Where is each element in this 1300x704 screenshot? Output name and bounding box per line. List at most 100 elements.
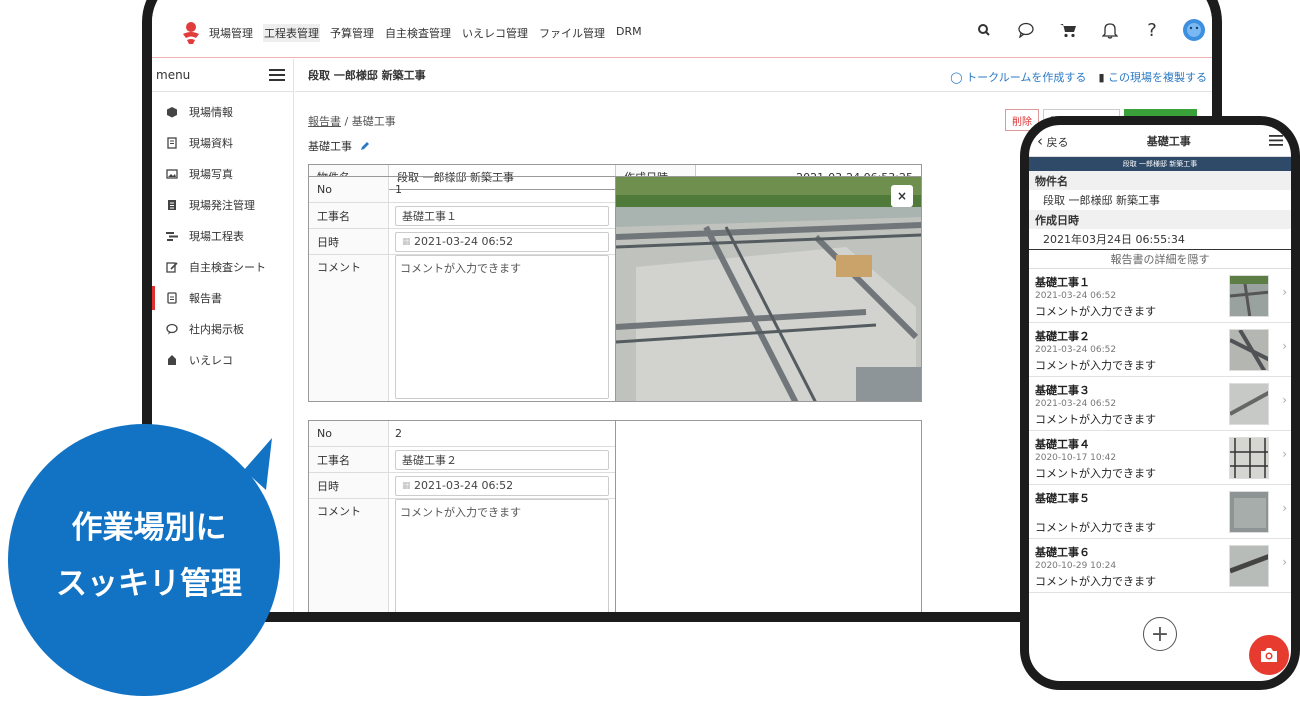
report-record-1: No 1 工事名 基礎工事１ 日時 ▦ 2021-03-24 06:52 コメント コメ… [308,176,922,402]
name-input[interactable]: 基礎工事１ [395,205,609,226]
name-label: 工事名 [309,447,389,472]
sidebar-item-site-photos[interactable]: 現場写真 [152,158,293,189]
sidebar-item-label: 現場写真 [189,167,233,181]
breadcrumb-link-reports[interactable]: 報告書 [308,115,341,128]
cart-icon[interactable] [1056,18,1080,42]
sidebar-title: menu [156,68,191,82]
copy-site-label: この現場を複製する [1108,71,1207,84]
sidebar-item-site-info[interactable]: 現場情報 [152,96,293,127]
comment-textarea[interactable]: コメントが入力できます [395,255,609,399]
nav-file-management[interactable]: ファイル管理 [538,24,606,42]
sidebar-item-site-docs[interactable]: 現場資料 [152,127,293,158]
date-input[interactable]: ▦ 2021-03-24 06:52 [395,475,609,496]
construction-photo[interactable]: × [616,177,921,401]
nav-schedule-management[interactable]: 工程表管理 [263,24,320,42]
item-thumbnail [1229,275,1269,317]
chevron-right-icon: › [1282,339,1287,353]
chevron-right-icon: › [1282,447,1287,461]
site-title: 段取 一郎様邸 新築工事 [308,69,426,82]
calendar-icon: ▦ [402,480,411,491]
sidebar-item-iereco[interactable]: いえレコ [152,344,293,375]
no-label: No [309,421,389,446]
comment-textarea[interactable]: コメントが入力できます [395,499,609,612]
image-icon [166,168,178,179]
breadcrumb-current: / 基礎工事 [341,115,396,128]
comment-label: コメント [309,499,389,612]
nav-budget-management[interactable]: 予算管理 [329,24,375,42]
record-no-row: No 2 [309,421,615,447]
chevron-right-icon: › [1282,555,1287,569]
camera-icon [1261,648,1277,662]
bell-icon[interactable] [1098,18,1122,42]
create-talkroom-label: トークルームを作成する [966,71,1087,84]
hamburger-icon[interactable] [1269,135,1283,146]
date-label: 日時 [309,229,389,254]
record-date-row: 日時 ▦ 2021-03-24 06:52 [309,229,615,255]
date-input[interactable]: ▦ 2021-03-24 06:52 [395,231,609,252]
copy-site-link[interactable]: ▮ この現場を複製する [1098,69,1207,85]
name-label: 工事名 [309,203,389,228]
search-icon[interactable] [972,18,996,42]
help-icon[interactable]: ? [1140,18,1164,42]
bubble-text: 作業場別に スッキリ管理 [4,500,294,612]
document-icon [167,136,177,149]
pencil-icon[interactable] [360,141,370,151]
record-no-row: No 1 [309,177,615,203]
report-icon [167,291,177,304]
sidebar-item-inspection-sheet[interactable]: 自主検査シート [152,251,293,282]
no-label: No [309,177,389,202]
house-icon [168,354,176,365]
user-avatar-icon[interactable] [1182,18,1206,42]
plus-icon: + [1150,621,1170,647]
sidebar-item-site-schedule[interactable]: 現場工程表 [152,220,293,251]
sidebar-item-label: 現場情報 [189,105,233,119]
edit-icon [166,261,178,273]
item-thumbnail [1229,437,1269,479]
no-value: 1 [395,183,402,196]
sidebar-item-site-orders[interactable]: 現場発注管理 [152,189,293,220]
chat-icon [166,323,178,334]
sidebar-item-label: 報告書 [189,291,222,305]
list-item[interactable]: 基礎工事５ コメントが入力できます › [1029,485,1291,539]
record-fields: No 1 工事名 基礎工事１ 日時 ▦ 2021-03-24 06:52 コメント コメ… [309,177,616,401]
camera-button[interactable] [1249,635,1289,675]
brand-logo-icon[interactable] [178,20,204,46]
sidebar-item-label: 自主検査シート [189,260,266,274]
empty-photo-slot[interactable] [616,421,921,612]
add-item-button[interactable]: + [1143,617,1177,651]
nav-inspection-management[interactable]: 自主検査管理 [384,24,452,42]
item-thumbnail [1229,383,1269,425]
hide-details-toggle[interactable]: 報告書の詳細を隠す [1029,249,1291,269]
name-input[interactable]: 基礎工事２ [395,449,609,470]
back-label: 戻る [1046,135,1069,149]
chevron-right-icon: › [1282,393,1287,407]
sidebar-item-bulletin[interactable]: 社内掲示板 [152,313,293,344]
nav-site-management[interactable]: 現場管理 [208,24,254,42]
phone-site-band: 段取 一郎様邸 新築工事 [1029,157,1291,171]
phone-property-label: 物件名 [1029,171,1291,190]
back-button[interactable]: ‹ 戻る [1037,132,1069,150]
close-photo-icon[interactable]: × [891,185,913,207]
calendar-icon: ▦ [402,236,411,247]
list-item[interactable]: 基礎工事４ 2020-10-17 10:42 コメントが入力できます › [1029,431,1291,485]
list-item[interactable]: 基礎工事３ 2021-03-24 06:52 コメントが入力できます › [1029,377,1291,431]
site-header-links: ◯ トークルームを作成する ▮ この現場を複製する [950,69,1207,85]
sidebar-item-reports[interactable]: 報告書 [152,282,293,313]
sidebar-item-label: 現場工程表 [189,229,244,243]
list-item[interactable]: 基礎工事６ 2020-10-29 10:24 コメントが入力できます › [1029,539,1291,593]
item-thumbnail [1229,545,1269,587]
nav-drm[interactable]: DRM [615,24,643,42]
list-item[interactable]: 基礎工事１ 2021-03-24 06:52 コメントが入力できます › [1029,269,1291,323]
nav-iereco-management[interactable]: いえレコ管理 [461,24,529,42]
chat-bubble-icon[interactable] [1014,18,1038,42]
section-title: 基礎工事 [308,140,352,153]
chevron-right-icon: › [1282,285,1287,299]
top-icons: ? [972,18,1206,42]
gantt-icon [166,231,178,241]
date-label: 日時 [309,473,389,498]
hamburger-icon[interactable] [269,69,285,81]
create-talkroom-link[interactable]: ◯ トークルームを作成する [950,69,1086,85]
sidebar-item-label: いえレコ [189,353,233,367]
list-item[interactable]: 基礎工事２ 2021-03-24 06:52 コメントが入力できます › [1029,323,1291,377]
chevron-left-icon: ‹ [1037,131,1043,150]
